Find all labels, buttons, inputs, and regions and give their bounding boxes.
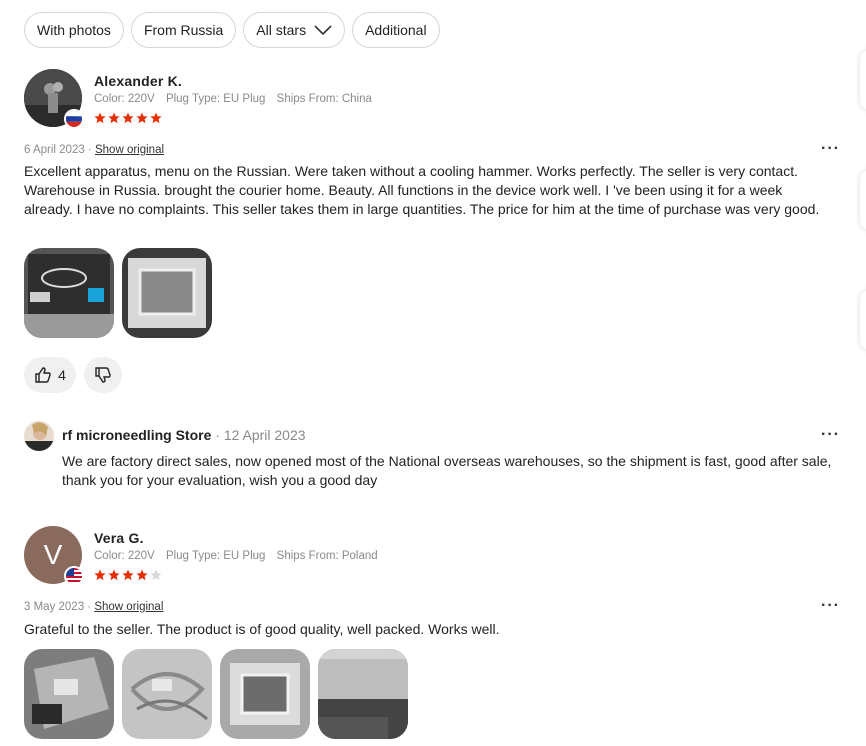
filter-additional[interactable]: Additional [352,12,440,48]
seller-name: rf microneedling Store [62,427,212,443]
more-options-icon[interactable]: ··· [821,597,840,615]
prop-plug: Plug Type: EU Plug [165,93,266,105]
review-item: Alexander K. Color: 220V Plug Type: EU P… [24,69,840,409]
filter-from-russia[interactable]: From Russia [130,12,237,48]
review-item: V Vera G. Color: 220V Plug Type: EU Plug… [24,526,840,746]
prop-ships: Ships From: Poland [276,550,378,562]
review-text: Grateful to the seller. The product is o… [24,621,500,637]
side-panel-tab[interactable] [860,170,866,230]
star-icon [150,569,162,581]
reviewer-name: Alexander K. [94,73,182,89]
filter-label: From Russia [143,22,224,38]
show-original-link[interactable]: Show original [94,601,163,613]
star-icon [136,112,148,124]
filter-label: Additional [365,22,427,38]
avatar-letter: V [43,539,63,570]
star-icon [122,569,134,581]
usa-flag-icon [64,566,84,586]
filter-with-photos[interactable]: With photos [24,12,124,48]
side-panel-tab[interactable] [860,50,866,110]
seller-reply-text: We are factory direct sales, now opened … [62,453,832,488]
star-icon [122,112,134,124]
review-photo[interactable] [24,649,114,739]
thumbs-down-icon [95,367,111,383]
review-props: Color: 220V Plug Type: EU Plug Ships Fro… [94,93,380,105]
dislike-button[interactable] [84,357,122,393]
more-options-icon[interactable]: ··· [821,426,840,444]
review-meta: 6 April 2023 · Show original [24,144,164,156]
seller-avatar [24,421,54,451]
seller-reply-header: rf microneedling Store · 12 April 2023 [62,427,306,443]
chevron-down-icon [314,25,332,36]
review-props: Color: 220V Plug Type: EU Plug Ships Fro… [94,550,386,562]
thumbs-up-icon [35,367,51,383]
more-options-icon[interactable]: ··· [821,140,840,158]
review-photo[interactable] [318,649,408,739]
review-date: 6 April 2023 [24,144,85,156]
star-icon [94,112,106,124]
reviewer-name: Vera G. [94,530,144,546]
russia-flag-icon [64,109,84,129]
star-icon [150,112,162,124]
review-photo[interactable] [122,248,212,338]
filter-bar: With photos From Russia All stars Additi… [24,12,440,48]
review-meta: 3 May 2023 · Show original [24,601,163,613]
star-icon [108,112,120,124]
star-icon [108,569,120,581]
prop-plug: Plug Type: EU Plug [165,550,266,562]
review-photo[interactable] [122,649,212,739]
review-photos [24,248,212,338]
prop-ships: Ships From: China [276,93,372,105]
star-icon [136,569,148,581]
rating-stars [94,112,162,124]
filter-label: All stars [256,22,307,38]
filter-all-stars[interactable]: All stars [243,12,346,48]
review-text: Excellent apparatus, menu on the Russian… [24,163,820,217]
filter-label: With photos [37,22,111,38]
reply-date: 12 April 2023 [223,427,306,443]
show-original-link[interactable]: Show original [95,144,164,156]
date-separator: · [211,427,224,443]
date-separator: · [84,601,95,613]
review-photo[interactable] [24,248,114,338]
star-icon [94,569,106,581]
review-photos [24,649,408,739]
like-button[interactable]: 4 [24,357,76,393]
like-count: 4 [58,367,66,383]
prop-color: Color: 220V [94,550,155,562]
side-panel-tab[interactable] [860,290,866,350]
prop-color: Color: 220V [94,93,155,105]
review-date: 3 May 2023 [24,601,85,613]
review-photo[interactable] [220,649,310,739]
rating-stars [94,569,162,581]
date-separator: · [84,144,95,156]
